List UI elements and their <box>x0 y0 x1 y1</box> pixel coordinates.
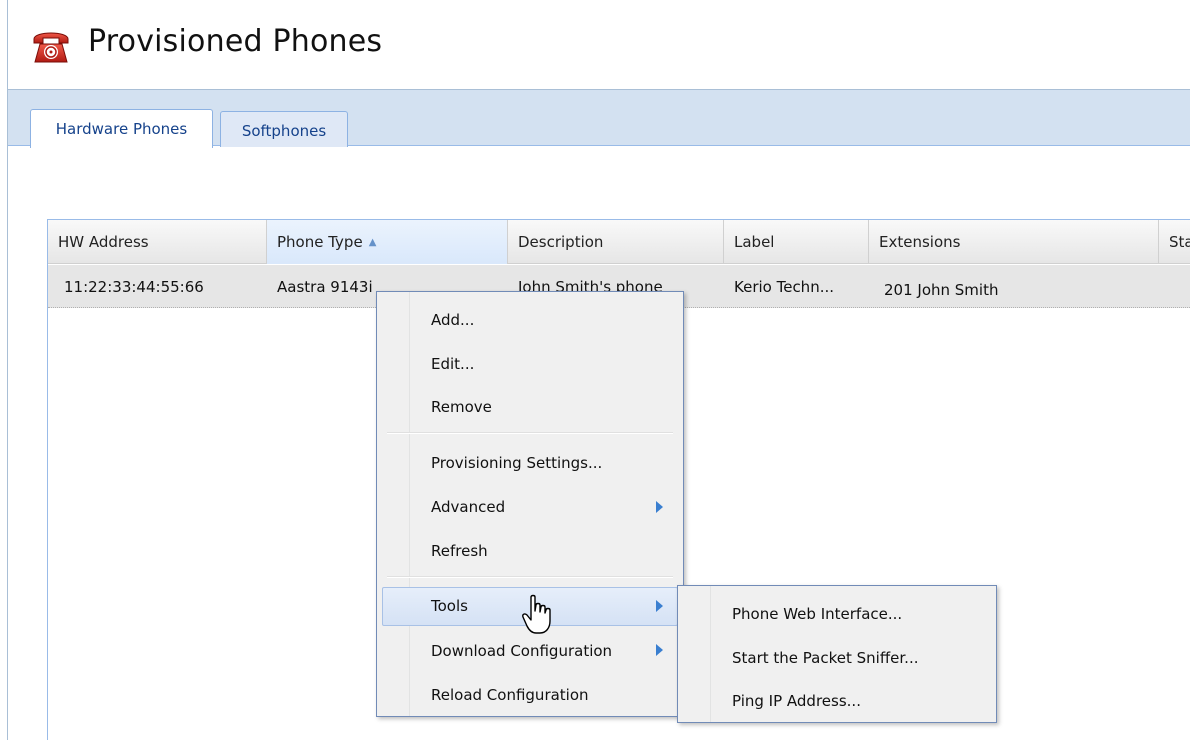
menu-separator <box>387 576 673 578</box>
column-label[interactable]: Label <box>724 220 869 264</box>
cell-phone-type: Aastra 9143i <box>277 278 373 296</box>
column-label: Sta <box>1169 233 1190 251</box>
column-hw-address[interactable]: HW Address <box>48 220 267 264</box>
page-header: Provisioned Phones <box>8 0 1190 90</box>
column-description[interactable]: Description <box>508 220 724 264</box>
menu-item-label: Tools <box>431 597 468 615</box>
column-label-text: Label <box>734 233 775 251</box>
menu-item-add[interactable]: Add... <box>377 302 683 340</box>
hand-cursor-icon <box>522 594 551 634</box>
menu-item-start-packet-sniffer[interactable]: Start the Packet Sniffer... <box>678 640 996 678</box>
column-label: Phone Type <box>277 233 363 251</box>
menu-item-label: Download Configuration <box>431 642 613 660</box>
column-status[interactable]: Sta <box>1159 220 1190 264</box>
submenu-arrow-icon <box>656 501 663 513</box>
menu-item-ping-ip-address[interactable]: Ping IP Address... <box>678 683 996 721</box>
cell-extensions: 201 John Smith <box>884 281 999 299</box>
context-menu: Add... Edit... Remove Provisioning Setti… <box>376 291 684 717</box>
menu-item-download-configuration[interactable]: Download Configuration <box>377 633 683 671</box>
menu-item-phone-web-interface[interactable]: Phone Web Interface... <box>678 596 996 634</box>
submenu-arrow-icon <box>656 600 663 612</box>
column-phone-type[interactable]: Phone Type ▲ <box>267 220 508 264</box>
column-label: Description <box>518 233 604 251</box>
menu-separator <box>387 432 673 434</box>
tab-hardware-phones[interactable]: Hardware Phones <box>30 109 213 148</box>
cell-hw-address: 11:22:33:44:55:66 <box>64 278 204 296</box>
menu-item-edit[interactable]: Edit... <box>377 346 683 384</box>
menu-item-provisioning-settings[interactable]: Provisioning Settings... <box>377 445 683 483</box>
tools-submenu: Phone Web Interface... Start the Packet … <box>677 585 997 723</box>
submenu-arrow-icon <box>656 644 663 656</box>
menu-item-remove[interactable]: Remove <box>377 389 683 427</box>
tab-strip: Hardware Phones Softphones <box>8 89 1190 148</box>
tab-softphones[interactable]: Softphones <box>220 111 348 147</box>
column-extensions[interactable]: Extensions <box>869 220 1159 264</box>
menu-item-label: Advanced <box>431 498 506 516</box>
cell-label: Kerio Techn... <box>734 278 835 296</box>
menu-item-advanced[interactable]: Advanced <box>377 489 683 527</box>
phone-icon <box>33 32 69 63</box>
sort-ascending-icon: ▲ <box>368 237 377 248</box>
column-label: Extensions <box>879 233 961 251</box>
page-title: Provisioned Phones <box>88 24 383 59</box>
column-label: HW Address <box>58 233 149 251</box>
menu-item-reload-configuration[interactable]: Reload Configuration <box>377 677 683 715</box>
grid-header: HW Address Phone Type ▲ Description Label… <box>48 220 1190 264</box>
menu-item-refresh[interactable]: Refresh <box>377 533 683 571</box>
